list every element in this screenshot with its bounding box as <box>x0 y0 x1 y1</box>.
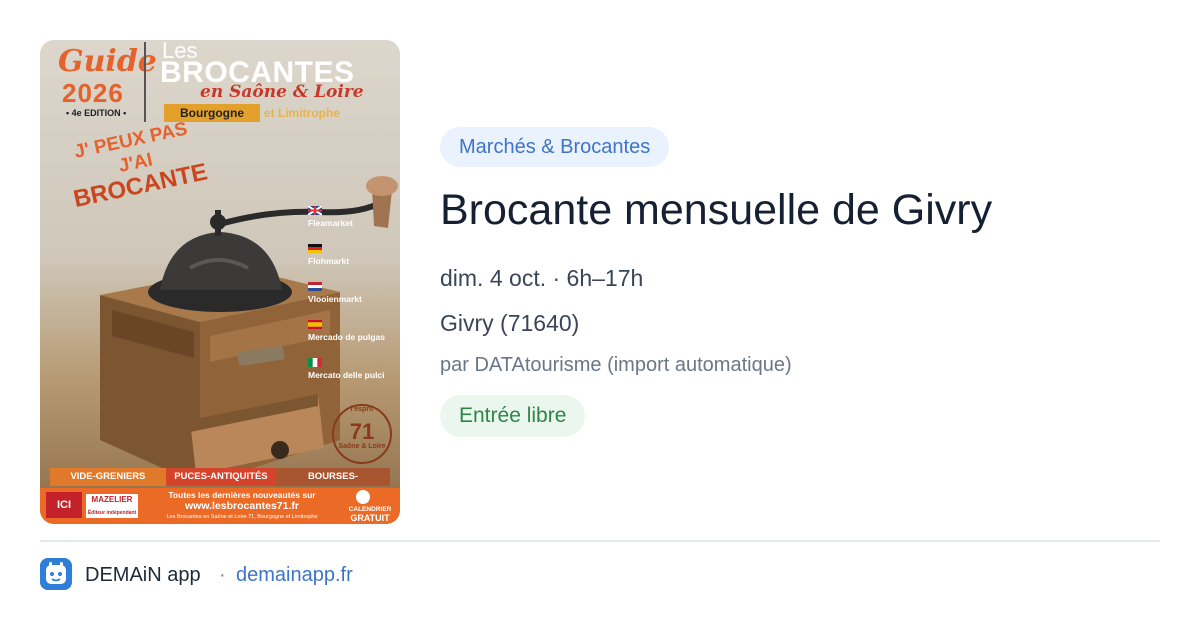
mazelier-tagline: Éditeur indépendant <box>87 510 137 516</box>
poster-news: Toutes les dernières nouveautés sur www.… <box>144 490 340 523</box>
category-badge[interactable]: Marchés & Brocantes <box>440 127 670 167</box>
market-label: Vlooienmarkt <box>308 294 362 304</box>
event-date-time: dim. 4 oct. · 6h–17h <box>440 265 644 291</box>
spain-flag-icon <box>308 320 322 329</box>
poster-guide-label: Guide <box>58 44 157 79</box>
poster-divider <box>144 42 146 122</box>
poster-news-text: Toutes les dernières nouveautés sur <box>168 490 316 500</box>
poster-facebook: Les Brocantes en Saône et Loire 71, Bour… <box>166 514 318 520</box>
uk-flag-icon <box>308 206 322 215</box>
mazelier-name: MAZELIER <box>91 495 133 504</box>
app-domain-link[interactable]: demainapp.fr <box>236 562 353 588</box>
poster-footer-band: ICI MAZELIER Éditeur indépendant Toutes … <box>40 488 400 524</box>
poster-category: VIDE-GRENIERS <box>50 468 166 486</box>
poster-region: en Saône & Loire <box>200 82 364 102</box>
poster-edition: • 4e EDITION • <box>66 108 127 118</box>
calendar-badge-icon <box>356 490 370 504</box>
market-label: Mercato delle pulci <box>308 370 385 380</box>
market-item: Fleamarket <box>308 206 400 244</box>
calendar-free: GRATUIT <box>350 513 390 523</box>
germany-flag-icon <box>308 244 322 253</box>
footer-divider <box>40 540 1160 542</box>
poster-category-band: VIDE-GRENIERS PUCES-ANTIQUITÉS BOURSES-C… <box>40 468 400 500</box>
market-label: Flohmarkt <box>308 256 350 266</box>
poster-seal: l'esprit 71 Saône & Loire <box>332 404 392 464</box>
poster-category: PUCES-ANTIQUITÉS <box>165 468 277 486</box>
italy-flag-icon <box>308 358 322 367</box>
app-name: DEMAiN app <box>85 564 201 586</box>
seal-top-text: l'esprit <box>350 406 374 413</box>
seal-bottom-text: Saône & Loire <box>338 443 386 450</box>
market-item: Vlooienmarkt <box>308 282 400 320</box>
poster-market-list: Fleamarket Flohmarkt Vlooienmarkt Mercad… <box>308 206 400 396</box>
market-label: Mercado de pulgas <box>308 332 385 342</box>
event-location: Givry (71640) <box>440 310 580 336</box>
market-item: Flohmarkt <box>308 244 400 282</box>
event-title: Brocante mensuelle de Givry <box>440 186 993 234</box>
market-item: Mercado de pulgas <box>308 320 400 358</box>
mazelier-logo: MAZELIER Éditeur indépendant <box>86 494 138 518</box>
calendar-label: CALENDRIER <box>348 506 392 513</box>
poster-website: www.lesbrocantes71.fr <box>185 500 299 512</box>
event-poster-image[interactable]: Guide 2026 • 4e EDITION • Les BROCANTES … <box>40 40 400 524</box>
poster-calendar: CALENDRIER GRATUIT <box>340 506 400 523</box>
netherlands-flag-icon <box>308 282 322 291</box>
demain-app-logo-icon[interactable] <box>40 558 72 590</box>
seal-number: 71 <box>349 419 375 444</box>
price-badge: Entrée libre <box>440 395 586 437</box>
poster-category: BOURSES-COLLECTIONS <box>276 468 390 500</box>
event-source: par DATAtourisme (import automatique) <box>440 354 792 376</box>
poster-year: 2026 <box>62 78 124 108</box>
footer-separator: · <box>219 564 226 586</box>
poster-header: Guide 2026 • 4e EDITION • Les BROCANTES … <box>40 40 400 132</box>
market-label: Fleamarket <box>308 218 353 228</box>
market-item: Mercato delle pulci <box>308 358 400 396</box>
ici-logo: ICI <box>46 492 82 518</box>
poster-area-rest: et Limitrophe <box>264 106 341 120</box>
